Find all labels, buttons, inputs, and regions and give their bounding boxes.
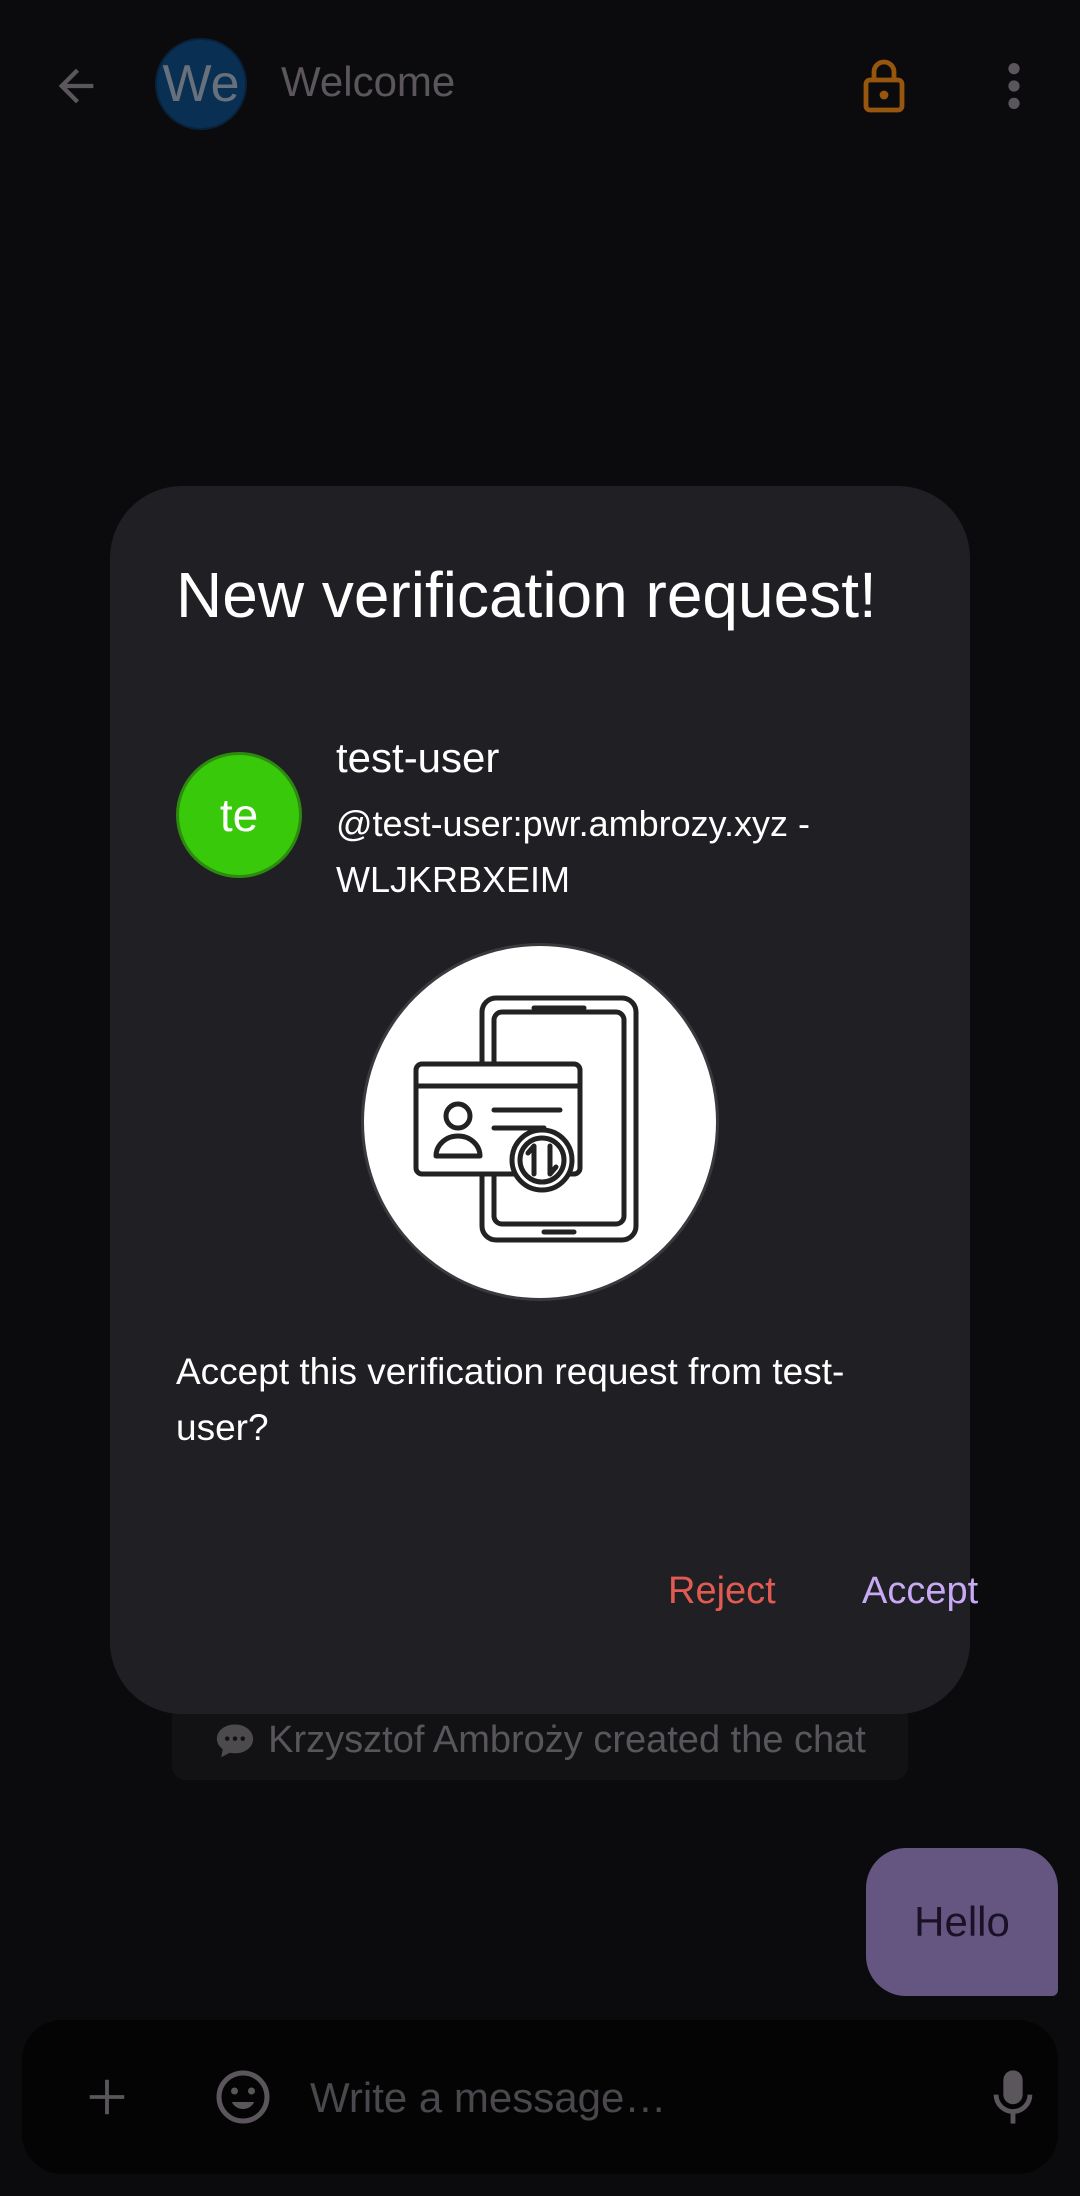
verification-dialog: New verification request! te test-user @… [110, 486, 978, 1714]
user-avatar: te [176, 752, 302, 878]
reject-button[interactable]: Reject [656, 1556, 788, 1626]
phone-id-card-verification-icon [413, 995, 639, 1243]
user-display-name: test-user [336, 734, 500, 781]
accept-button[interactable]: Accept [850, 1556, 990, 1626]
dialog-message: Accept this verification request from te… [176, 1351, 845, 1448]
dialog-title: New verification request! [176, 559, 877, 631]
user-avatar-initials: te [219, 789, 259, 841]
user-id-device: @test-user:pwr.ambrozy.xyz - WLJKRBXEIM [336, 803, 810, 900]
verification-illustration [364, 946, 716, 1298]
